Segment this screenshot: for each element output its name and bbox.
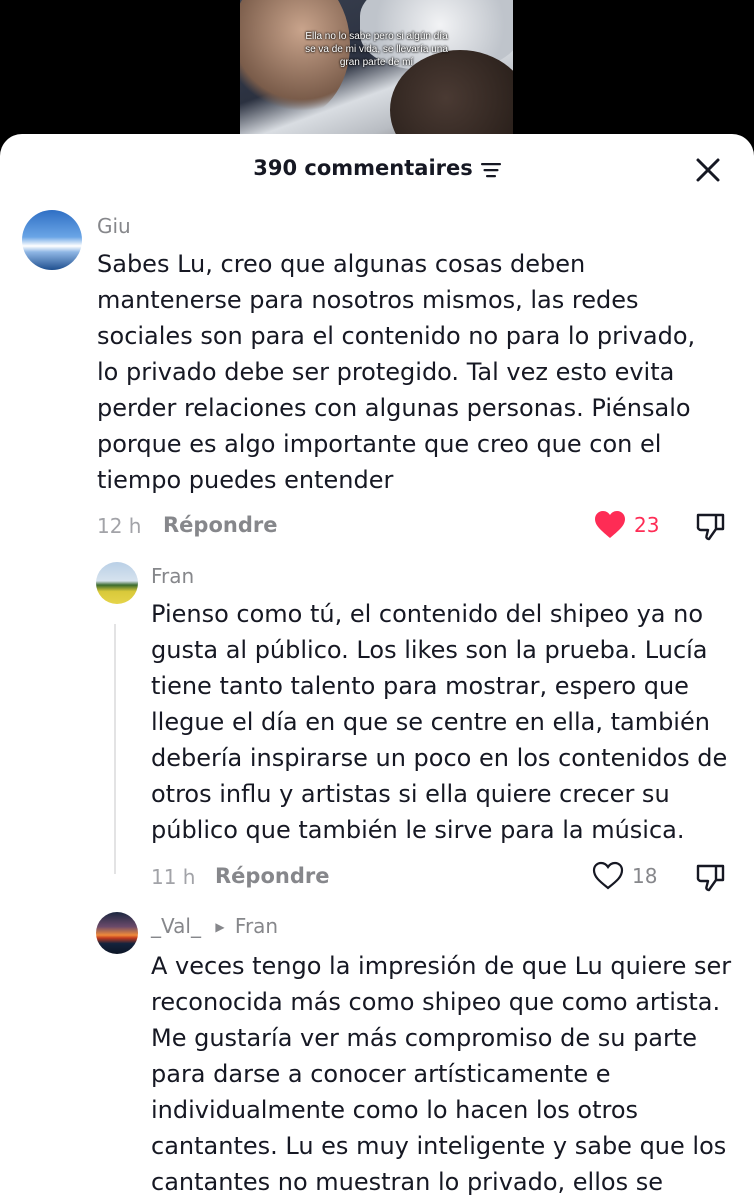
reply-arrow-icon: ▶ <box>215 920 225 934</box>
avatar[interactable] <box>22 210 82 270</box>
comments-count-label: 390 commentaires <box>253 156 473 180</box>
comment-time: 11 h <box>151 865 196 889</box>
sort-icon[interactable] <box>480 159 501 178</box>
comment-text: Pienso como tú, el contenido del shipeo … <box>151 600 728 844</box>
username[interactable]: _Val_ ▶ Fran <box>151 914 278 938</box>
like-count: 18 <box>632 864 658 888</box>
reply-button[interactable]: Répondre <box>163 513 277 537</box>
like-button[interactable]: 23 <box>594 510 659 540</box>
username[interactable]: Fran <box>151 564 194 588</box>
comments-sheet: 390 commentaires Giu Sabes Lu, creo que … <box>0 134 754 1200</box>
dislike-icon[interactable] <box>695 861 727 893</box>
dislike-icon[interactable] <box>695 510 727 542</box>
comments-title[interactable]: 390 commentaires <box>0 156 754 180</box>
comment-text: Sabes Lu, creo que algunas cosas deben m… <box>97 250 696 494</box>
heart-outline-icon <box>592 861 624 890</box>
avatar[interactable] <box>96 562 138 604</box>
reply-to-username[interactable]: Fran <box>235 914 278 938</box>
close-icon[interactable] <box>692 154 724 186</box>
avatar[interactable] <box>96 912 138 954</box>
reply-button[interactable]: Répondre <box>215 864 329 888</box>
comment-text: A veces tengo la impresión de que Lu qui… <box>151 952 732 1196</box>
username[interactable]: Giu <box>97 214 131 238</box>
like-count: 23 <box>634 513 660 537</box>
comments-header: 390 commentaires <box>0 134 754 204</box>
video-caption: Ella no lo sabe pero si algún día se va … <box>305 31 448 68</box>
thread-line <box>114 624 116 874</box>
like-button[interactable]: 18 <box>592 861 657 891</box>
heart-icon <box>595 511 625 538</box>
comment-time: 12 h <box>97 514 142 538</box>
username-label: _Val_ <box>151 914 201 938</box>
